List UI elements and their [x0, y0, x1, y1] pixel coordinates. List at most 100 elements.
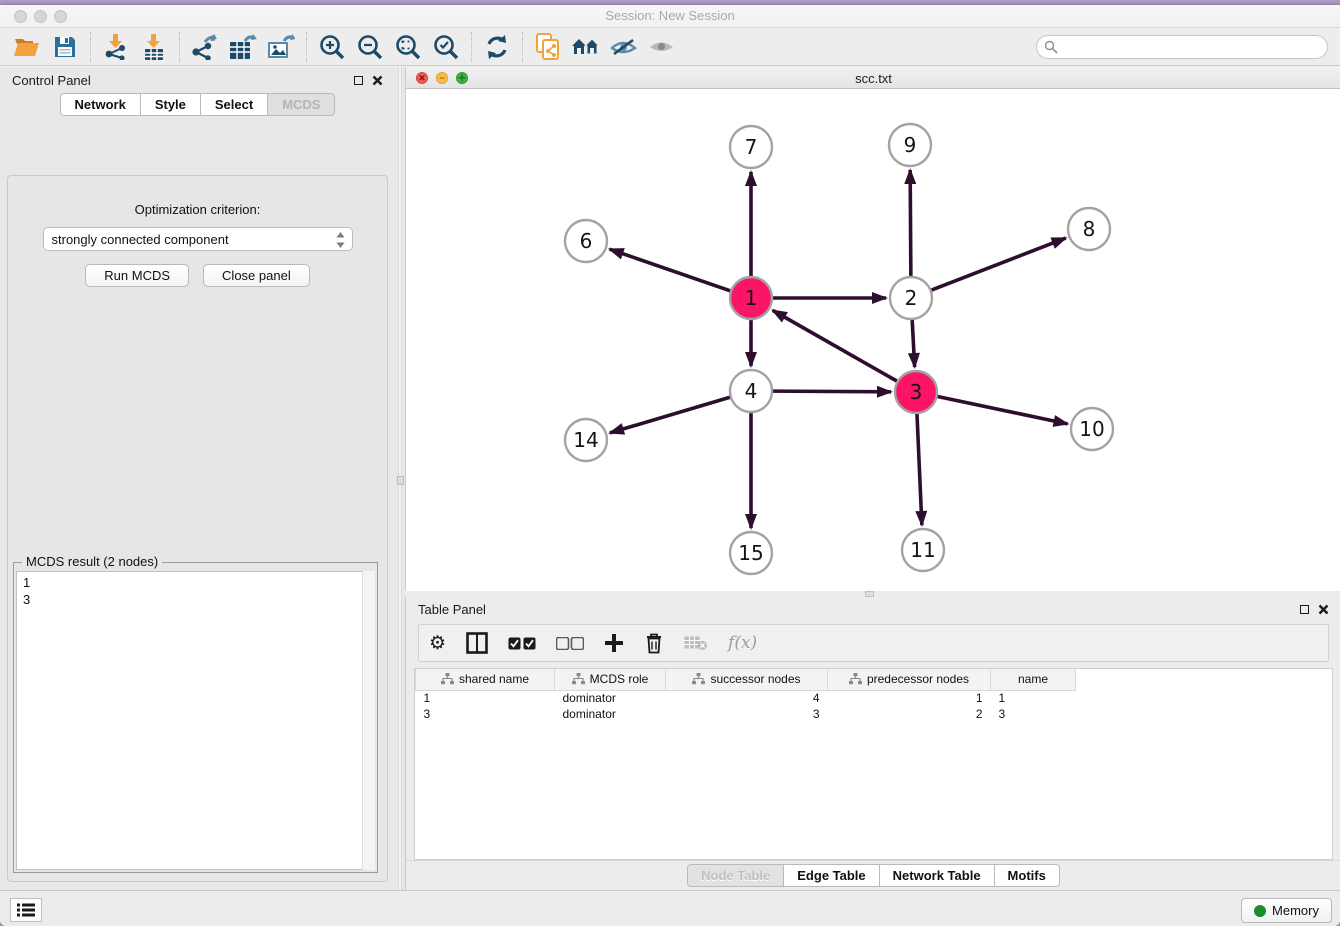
splitter-grip[interactable]: [397, 476, 404, 485]
tab-network[interactable]: Network: [60, 93, 141, 116]
main-toolbar: [0, 28, 1340, 66]
function-builder-button: f(x): [728, 633, 757, 653]
memory-status-icon: [1254, 905, 1266, 917]
node-10[interactable]: 10: [1071, 408, 1113, 450]
mcds-tab-content: Optimization criterion: strongly connect…: [7, 175, 388, 882]
tab-motifs[interactable]: Motifs: [995, 864, 1060, 887]
import-table-button[interactable]: [135, 31, 173, 63]
dropdown-stepper-icon: [335, 231, 346, 249]
search-icon: [1044, 40, 1058, 54]
float-panel-icon[interactable]: [1300, 605, 1309, 614]
svg-text:14: 14: [573, 428, 598, 452]
edge-1-6[interactable]: [610, 249, 731, 291]
apply-layout-button[interactable]: [478, 31, 516, 63]
edge-3-10[interactable]: [938, 397, 1068, 424]
column-header-successor-nodes[interactable]: successor nodes: [666, 669, 828, 690]
edge-2-9[interactable]: [910, 170, 911, 276]
column-header-MCDS-role[interactable]: MCDS role: [555, 669, 666, 690]
criterion-dropdown[interactable]: strongly connected component: [43, 227, 353, 251]
run-mcds-button[interactable]: Run MCDS: [85, 264, 189, 287]
tab-node-table[interactable]: Node Table: [687, 864, 784, 887]
tab-style[interactable]: Style: [141, 93, 201, 116]
mcds-result-text[interactable]: 1 3: [16, 571, 375, 870]
select-all-columns-button[interactable]: [508, 637, 536, 650]
table-settings-button[interactable]: ⚙: [429, 634, 446, 653]
edge-2-3[interactable]: [912, 320, 915, 367]
criterion-value: strongly connected component: [52, 232, 229, 247]
zoom-fit-button[interactable]: [389, 31, 427, 63]
save-floppy-icon: [53, 35, 77, 59]
open-folder-icon: [14, 36, 40, 58]
network-overview-button[interactable]: [529, 31, 567, 63]
node-15[interactable]: 15: [730, 532, 772, 574]
node-7[interactable]: 7: [730, 126, 772, 168]
network-view-window: ✕ − ＋ scc.txt 1234678910111415: [405, 67, 1340, 591]
node-11[interactable]: 11: [902, 529, 944, 571]
node-table: shared nameMCDS rolesuccessor nodesprede…: [414, 668, 1333, 860]
table-panel: Table Panel ⚙ f(x) s: [405, 597, 1340, 890]
node-1[interactable]: 1: [730, 277, 772, 319]
tab-edge-table[interactable]: Edge Table: [784, 864, 879, 887]
table-panel-title: Table Panel: [418, 602, 486, 617]
float-panel-icon[interactable]: [354, 76, 363, 85]
node-6[interactable]: 6: [565, 220, 607, 262]
close-panel-icon[interactable]: [372, 75, 383, 86]
delete-column-button[interactable]: [644, 632, 664, 654]
app-window: Session: New Session: [0, 5, 1340, 926]
import-network-icon: [103, 34, 129, 60]
toolbar-separator: [471, 32, 472, 62]
home-layout-button[interactable]: [567, 31, 605, 63]
network-graph[interactable]: 1 2 3 4 6 7 8 9 10 11 14 15: [406, 89, 1340, 591]
edge-3-1[interactable]: [773, 310, 897, 381]
table-row[interactable]: 1dominator411: [416, 690, 1076, 706]
open-session-button[interactable]: [8, 31, 46, 63]
show-columns-button[interactable]: [466, 632, 488, 654]
column-header-name[interactable]: name: [991, 669, 1076, 690]
table-row[interactable]: 3dominator323: [416, 706, 1076, 722]
export-network-icon: [191, 34, 219, 60]
node-14[interactable]: 14: [565, 419, 607, 461]
memory-button[interactable]: Memory: [1241, 898, 1332, 923]
control-panel-tabs: NetworkStyleSelectMCDS: [0, 93, 395, 116]
svg-text:9: 9: [904, 133, 917, 157]
export-network-button[interactable]: [186, 31, 224, 63]
zoom-out-button[interactable]: [351, 31, 389, 63]
edge-2-8[interactable]: [932, 238, 1066, 290]
node-9[interactable]: 9: [889, 124, 931, 166]
edge-4-14[interactable]: [610, 397, 730, 433]
node-3[interactable]: 3: [895, 371, 937, 413]
panel-splitter[interactable]: [395, 67, 405, 890]
create-column-button[interactable]: [604, 633, 624, 653]
control-panel-title: Control Panel: [12, 73, 91, 88]
deselect-all-columns-button[interactable]: [556, 637, 584, 650]
search-input[interactable]: [1036, 35, 1328, 59]
network-canvas[interactable]: 1 2 3 4 6 7 8 9 10 11 14 15: [406, 89, 1340, 591]
column-header-shared-name[interactable]: shared name: [416, 669, 555, 690]
task-history-button[interactable]: [10, 898, 42, 922]
import-network-button[interactable]: [97, 31, 135, 63]
save-session-button[interactable]: [46, 31, 84, 63]
optimization-criterion-label: Optimization criterion:: [8, 202, 387, 217]
export-table-button[interactable]: [224, 31, 262, 63]
result-scrollbar[interactable]: [362, 571, 375, 870]
show-all-button[interactable]: [643, 31, 681, 63]
zoom-selected-button[interactable]: [427, 31, 465, 63]
node-2[interactable]: 2: [890, 277, 932, 319]
tree-icon: [692, 673, 705, 685]
tab-network-table[interactable]: Network Table: [880, 864, 995, 887]
column-header-predecessor-nodes[interactable]: predecessor nodes: [828, 669, 991, 690]
edge-3-11[interactable]: [917, 414, 922, 525]
zoom-in-button[interactable]: [313, 31, 351, 63]
toolbar-separator: [90, 32, 91, 62]
houses-icon: [571, 36, 601, 58]
tab-select[interactable]: Select: [201, 93, 268, 116]
node-4[interactable]: 4: [730, 370, 772, 412]
close-panel-icon[interactable]: [1318, 604, 1329, 615]
node-8[interactable]: 8: [1068, 208, 1110, 250]
export-image-button[interactable]: [262, 31, 300, 63]
tab-mcds[interactable]: MCDS: [268, 93, 335, 116]
edge-4-3[interactable]: [773, 391, 891, 392]
close-panel-button[interactable]: Close panel: [203, 264, 310, 287]
hide-selected-button[interactable]: [605, 31, 643, 63]
search-box: [1036, 35, 1328, 59]
